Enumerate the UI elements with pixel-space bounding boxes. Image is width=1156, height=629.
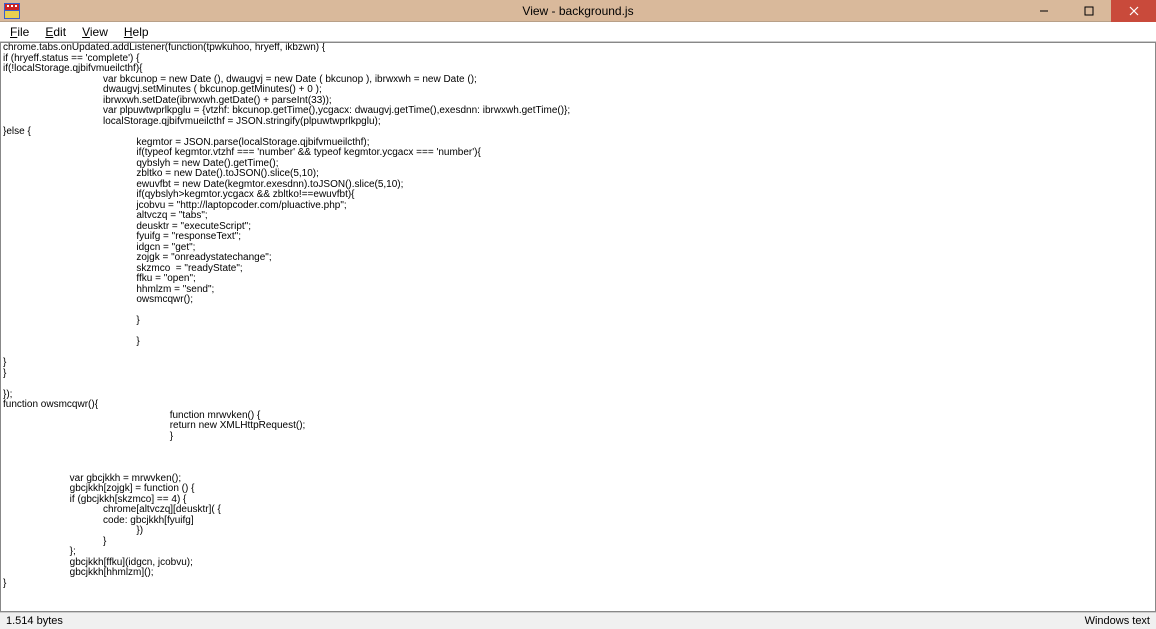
code-text: chrome.tabs.onUpdated.addListener(functi… xyxy=(1,43,1155,589)
maximize-button[interactable] xyxy=(1066,0,1111,22)
menu-bar: File Edit View Help xyxy=(0,22,1156,42)
minimize-button[interactable] xyxy=(1021,0,1066,22)
app-icon xyxy=(4,3,20,19)
menu-edit[interactable]: Edit xyxy=(37,23,74,41)
status-bar: 1.514 bytes Windows text xyxy=(0,612,1156,629)
menu-help[interactable]: Help xyxy=(116,23,157,41)
status-encoding: Windows text xyxy=(1085,615,1150,627)
close-button[interactable] xyxy=(1111,0,1156,22)
menu-view[interactable]: View xyxy=(74,23,116,41)
editor-area[interactable]: chrome.tabs.onUpdated.addListener(functi… xyxy=(0,42,1156,612)
title-bar: View - background.js xyxy=(0,0,1156,22)
window-title: View - background.js xyxy=(522,4,633,18)
status-bytes: 1.514 bytes xyxy=(6,615,63,627)
menu-file[interactable]: File xyxy=(2,23,37,41)
window-controls xyxy=(1021,0,1156,22)
